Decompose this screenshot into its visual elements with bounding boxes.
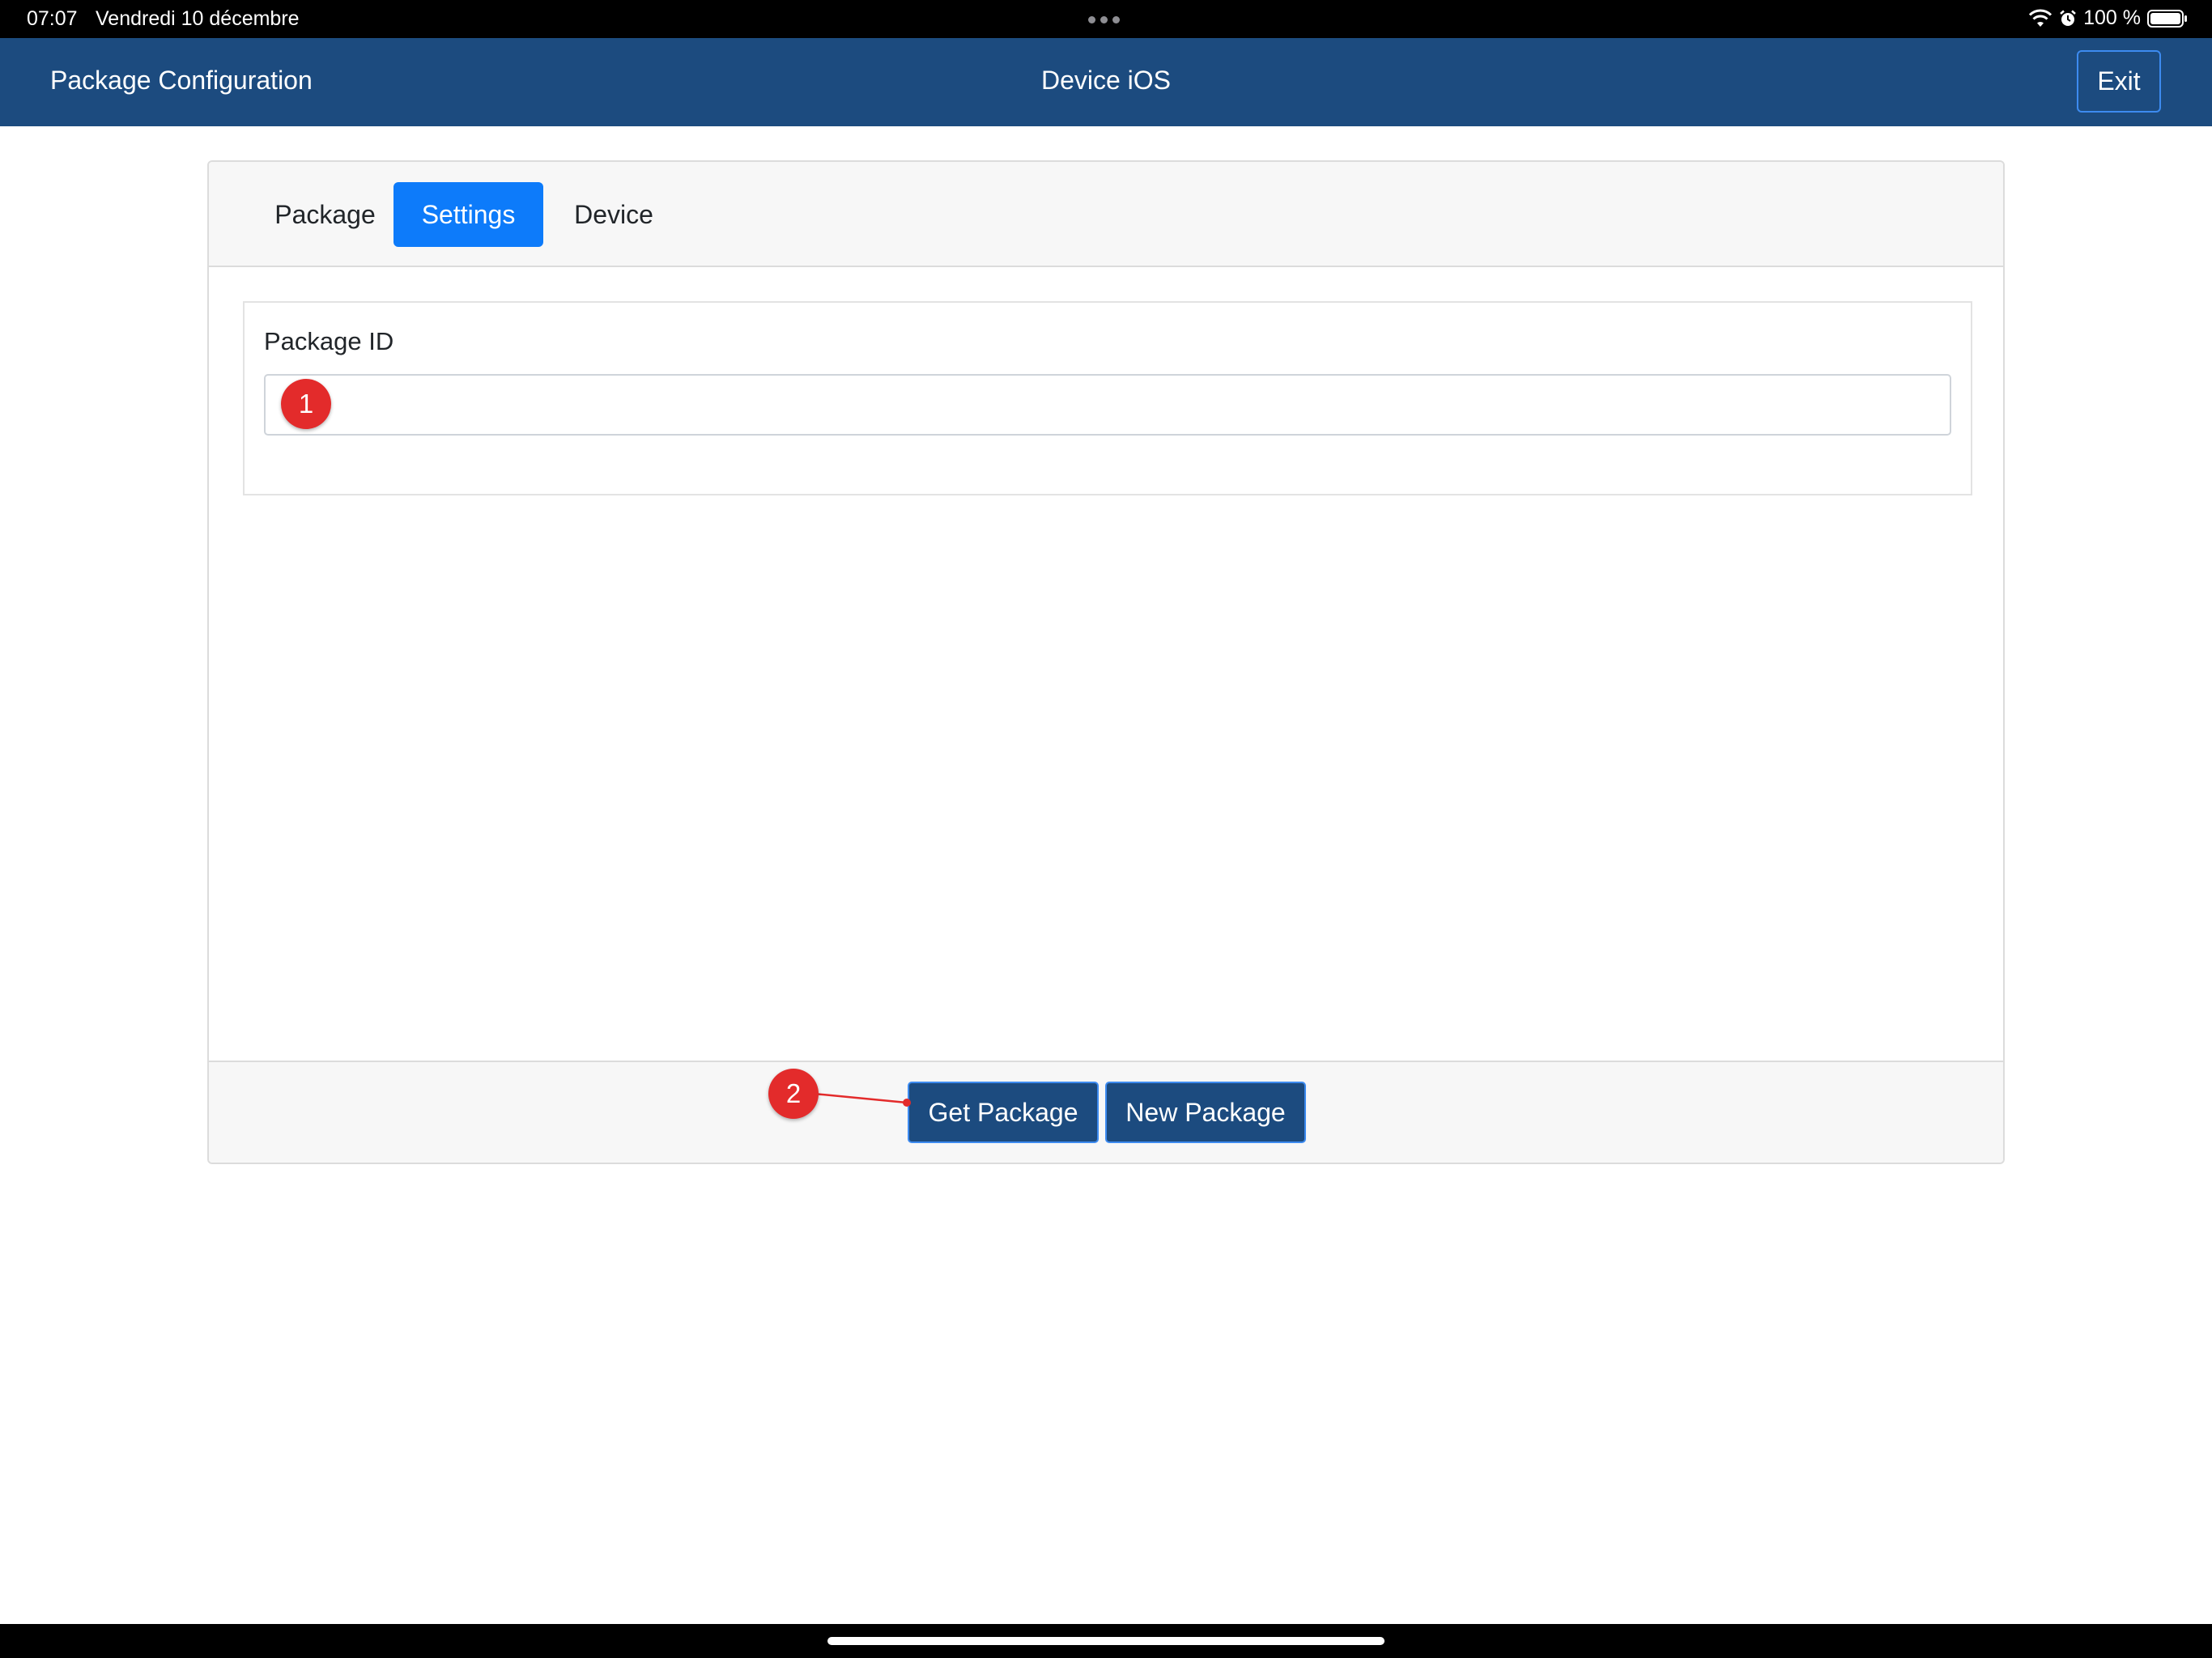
- settings-panel: Package ID: [243, 301, 1972, 495]
- annotation-marker-2: 2: [768, 1069, 819, 1119]
- tab-settings[interactable]: Settings: [393, 182, 543, 247]
- home-bar: [0, 1624, 2212, 1658]
- status-time: 07:07: [27, 7, 78, 30]
- new-package-button[interactable]: New Package: [1105, 1082, 1306, 1143]
- package-card: Package Settings Device Package ID Get P…: [207, 160, 2005, 1164]
- annotation-marker-1: 1: [281, 379, 331, 429]
- tab-device[interactable]: Device: [549, 182, 678, 247]
- alarm-icon: [2060, 10, 2076, 26]
- multitasking-dots-icon[interactable]: [1088, 16, 1120, 23]
- tab-package[interactable]: Package: [254, 182, 396, 247]
- wifi-icon: [2029, 9, 2052, 27]
- get-package-button[interactable]: Get Package: [908, 1082, 1099, 1143]
- status-indicators: 100 %: [2028, 6, 2188, 30]
- battery-percent: 100 %: [2083, 6, 2141, 29]
- status-date: Vendredi 10 décembre: [96, 7, 300, 30]
- status-bar: 07:07 Vendredi 10 décembre 100 %: [0, 0, 2212, 38]
- battery-icon: [2147, 9, 2187, 28]
- package-id-label: Package ID: [264, 327, 394, 355]
- package-id-input[interactable]: [264, 374, 1951, 436]
- app-navbar: Package Configuration Device iOS Exit: [0, 38, 2212, 126]
- device-label: Device iOS: [1040, 66, 1172, 95]
- exit-button[interactable]: Exit: [2077, 50, 2161, 113]
- card-footer: Get Package New Package: [209, 1061, 2003, 1163]
- home-indicator[interactable]: [827, 1637, 1385, 1645]
- tab-bar: Package Settings Device: [209, 162, 2003, 267]
